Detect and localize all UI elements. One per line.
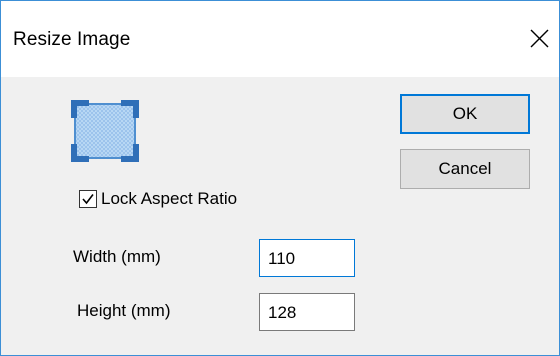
- lock-aspect-ratio-checkbox[interactable]: Lock Aspect Ratio: [79, 187, 237, 211]
- close-button[interactable]: [517, 17, 559, 59]
- width-label: Width (mm): [73, 247, 161, 266]
- title-bar[interactable]: Resize Image: [1, 1, 559, 77]
- width-input[interactable]: 110: [259, 239, 355, 277]
- height-input[interactable]: 128: [259, 293, 355, 331]
- resize-image-dialog: Resize Image Lock Aspect Ratio Width (mm…: [0, 0, 560, 356]
- height-label: Height (mm): [77, 301, 171, 320]
- ok-button[interactable]: OK: [400, 94, 530, 134]
- dialog-title: Resize Image: [13, 29, 131, 50]
- cancel-button[interactable]: Cancel: [400, 149, 530, 189]
- checkbox-box[interactable]: [79, 190, 97, 208]
- lock-aspect-ratio-label: Lock Aspect Ratio: [101, 189, 238, 208]
- resize-image-icon: [71, 100, 139, 162]
- checkmark-icon: [82, 194, 94, 205]
- close-icon: [530, 29, 549, 48]
